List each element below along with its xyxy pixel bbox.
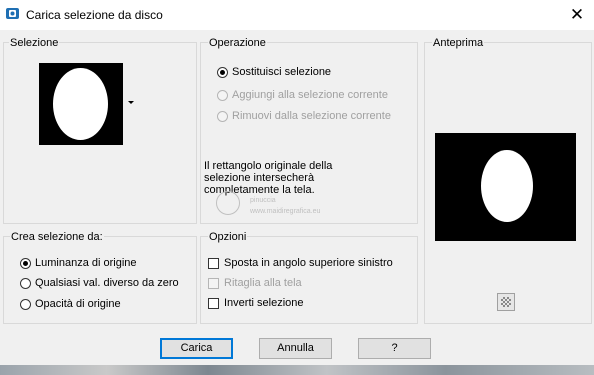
- radio-qualsiasi-label: Qualsiasi val. diverso da zero: [35, 277, 179, 289]
- preview-zoom-button[interactable]: [497, 293, 515, 311]
- watermark-line1: pinuccia: [250, 197, 276, 204]
- checkbox-inverti-label: Inverti selezione: [224, 297, 304, 309]
- radio-aggiungi-label: Aggiungi alla selezione corrente: [232, 89, 388, 101]
- radio-sostituisci-label: Sostituisci selezione: [232, 66, 332, 78]
- checkbox-sposta-label: Sposta in angolo superiore sinistro: [224, 257, 393, 269]
- radio-rimuovi[interactable]: [217, 111, 228, 122]
- radio-rimuovi-label: Rimuovi dalla selezione corrente: [232, 110, 391, 122]
- preview-oval: [481, 150, 533, 222]
- opzioni-label: Opzioni: [208, 231, 248, 243]
- radio-opacita[interactable]: [20, 299, 31, 310]
- radio-qualsiasi[interactable]: [20, 278, 31, 289]
- annulla-button[interactable]: Annulla: [259, 338, 332, 359]
- operazione-label: Operazione: [208, 37, 267, 49]
- close-button[interactable]: ✕: [564, 3, 590, 27]
- selezione-label: Selezione: [9, 37, 60, 49]
- radio-sostituisci[interactable]: [217, 67, 228, 78]
- operation-info-text: Il rettangolo originale della selezione …: [204, 160, 394, 196]
- checkbox-ritaglia-label: Ritaglia alla tela: [224, 277, 302, 289]
- preview-zoom-icon: [501, 297, 511, 307]
- radio-luminanza[interactable]: [20, 258, 31, 269]
- title-bar: Carica selezione da disco ✕: [0, 0, 594, 30]
- checkbox-inverti[interactable]: [208, 298, 219, 309]
- watermark-line2: www.maidiregrafica.eu: [250, 208, 321, 215]
- selection-dropdown-arrow-icon[interactable]: [128, 101, 134, 104]
- preview-image: [435, 133, 576, 241]
- checkbox-ritaglia[interactable]: [208, 278, 219, 289]
- info-line: selezione intersecherà: [204, 172, 315, 184]
- crea-selezione-label: Crea selezione da:: [10, 231, 104, 243]
- watermark-face-icon: [216, 191, 240, 215]
- radio-opacita-label: Opacità di origine: [35, 298, 121, 310]
- window-title: Carica selezione da disco: [26, 8, 163, 22]
- background-strip: [0, 365, 594, 375]
- app-icon: [6, 8, 19, 19]
- info-line: Il rettangolo originale della: [204, 160, 333, 172]
- selection-thumbnail[interactable]: [39, 63, 123, 145]
- selection-oval: [53, 68, 108, 140]
- radio-luminanza-label: Luminanza di origine: [35, 257, 137, 269]
- carica-button[interactable]: Carica: [160, 338, 233, 359]
- checkbox-sposta[interactable]: [208, 258, 219, 269]
- watermark: pinuccia www.maidiregrafica.eu: [206, 191, 356, 223]
- close-icon: ✕: [569, 5, 585, 24]
- help-button[interactable]: ?: [358, 338, 431, 359]
- radio-aggiungi[interactable]: [217, 90, 228, 101]
- anteprima-label: Anteprima: [432, 37, 485, 49]
